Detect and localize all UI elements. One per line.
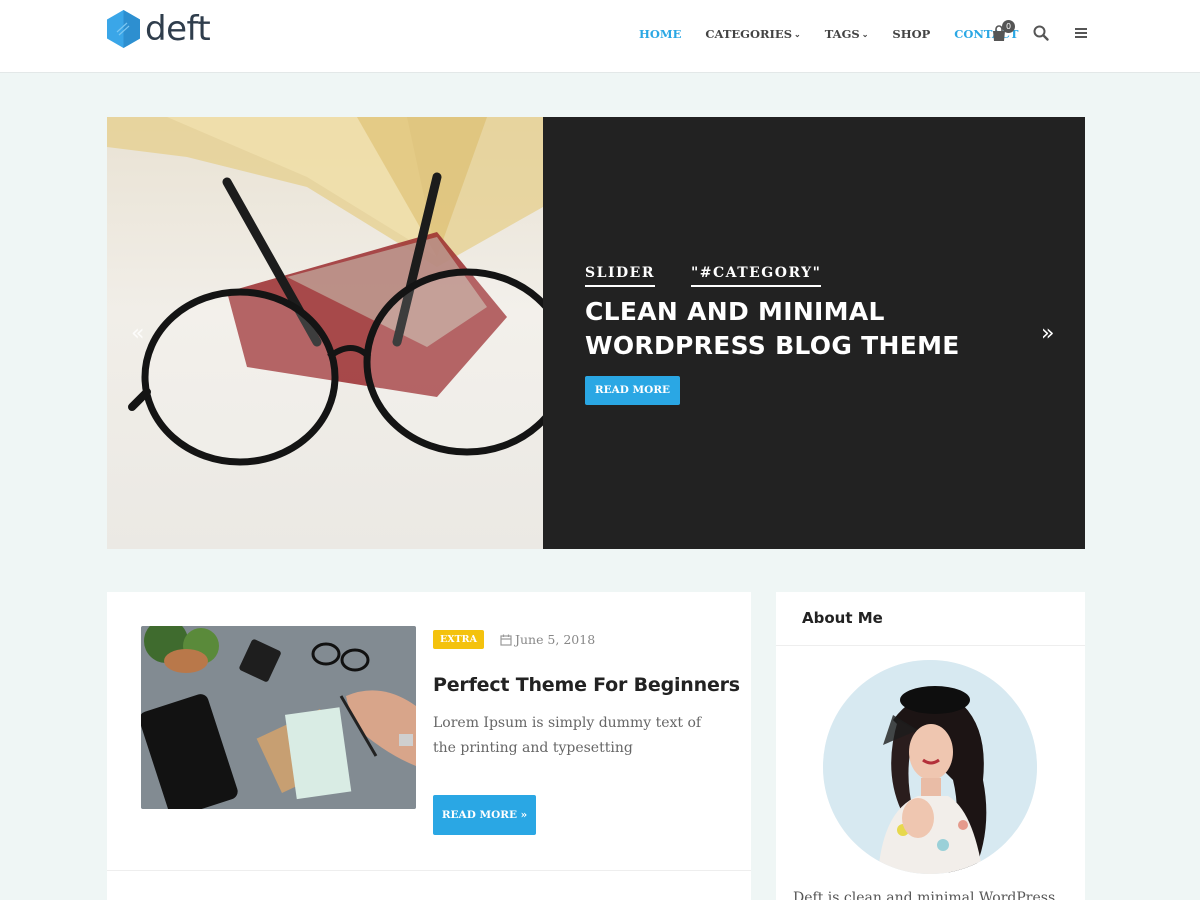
nav-categories[interactable]: CATEGORIES ⌄	[705, 27, 800, 41]
cart-count-badge: 0	[1002, 20, 1015, 33]
calendar-icon	[500, 634, 512, 646]
post-category-badge[interactable]: EXTRA	[433, 630, 484, 649]
post-title[interactable]: Perfect Theme For Beginners	[433, 674, 740, 696]
slide-image-eyeglasses	[107, 117, 543, 549]
header-icons: 0	[990, 20, 1092, 44]
hexagon-logo-icon	[107, 10, 140, 48]
post-card: EXTRA June 5, 2018 Perfect Theme For Beg…	[107, 592, 751, 900]
search-button[interactable]	[1032, 24, 1052, 44]
slide-tags: SLIDER "#CATEGORY"	[585, 265, 857, 287]
post-read-more-button[interactable]: READ MORE »	[433, 795, 536, 835]
post-date: June 5, 2018	[500, 632, 595, 647]
menu-button[interactable]	[1072, 24, 1092, 44]
slide-tag[interactable]: SLIDER	[585, 265, 655, 287]
nav-shop-label: SHOP	[892, 27, 931, 41]
chevron-down-icon: ⌄	[794, 29, 801, 39]
post-thumbnail-image[interactable]	[141, 626, 416, 809]
nav-home-label: HOME	[639, 27, 682, 41]
site-header: deft HOME CATEGORIES ⌄ TAGS ⌄ SHOP CONTACT…	[0, 0, 1200, 73]
slider-next-arrow-icon[interactable]: »	[1041, 321, 1054, 346]
about-me-widget: About Me Deft is clean and minimal WordP…	[776, 592, 1085, 900]
post-excerpt: Lorem Ipsum is simply dummy text of the …	[433, 715, 702, 756]
divider	[107, 870, 751, 871]
site-logo[interactable]: deft	[107, 9, 211, 49]
search-icon	[1033, 25, 1049, 41]
slide-tag[interactable]: "#CATEGORY"	[690, 265, 822, 287]
slide-read-more-button[interactable]: READ MORE	[585, 376, 680, 405]
nav-tags-label: TAGS	[824, 27, 860, 41]
slide-title[interactable]: CLEAN AND MINIMAL WORDPRESS BLOG THEME	[585, 295, 985, 363]
post-meta: EXTRA June 5, 2018	[433, 630, 595, 649]
post-date-text: June 5, 2018	[514, 632, 596, 647]
avatar	[823, 660, 1037, 874]
nav-tags[interactable]: TAGS ⌄	[825, 27, 869, 41]
divider	[776, 645, 1085, 646]
menu-icon	[1075, 28, 1087, 38]
hero-slider: SLIDER "#CATEGORY" CLEAN AND MINIMAL WOR…	[107, 117, 1085, 549]
widget-text: Deft is clean and minimal WordPress	[793, 890, 1056, 900]
widget-title: About Me	[802, 609, 883, 627]
cart-button[interactable]: 0	[990, 20, 1015, 44]
slider-prev-arrow-icon[interactable]: «	[131, 321, 144, 346]
nav-home[interactable]: HOME	[639, 27, 681, 41]
chevron-down-icon: ⌄	[861, 29, 869, 39]
nav-shop[interactable]: SHOP	[892, 27, 930, 41]
main-navigation: HOME CATEGORIES ⌄ TAGS ⌄ SHOP CONTACT	[639, 27, 1043, 41]
logo-text: deft	[145, 9, 211, 49]
nav-categories-label: CATEGORIES	[705, 27, 793, 41]
